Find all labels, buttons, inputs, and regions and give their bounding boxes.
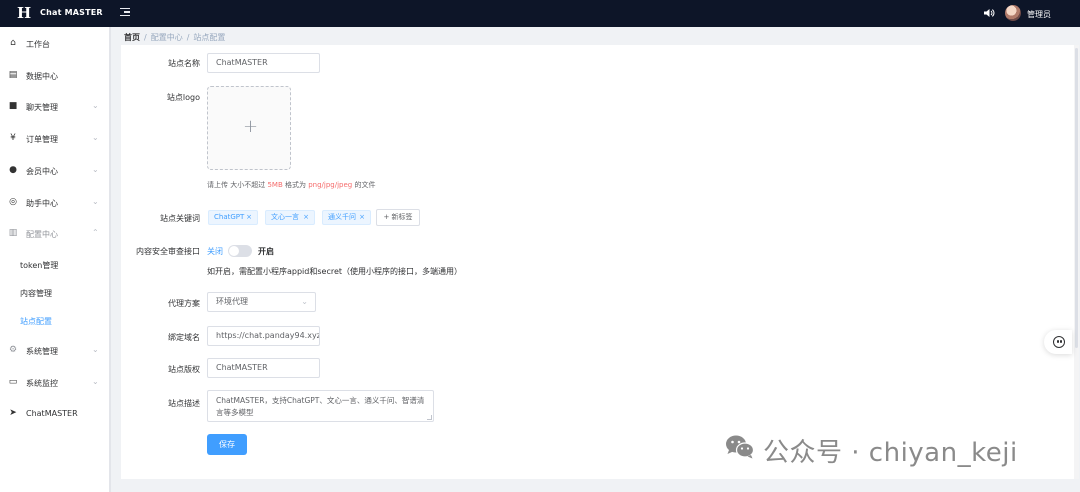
floating-assistant-button[interactable] <box>1044 330 1072 354</box>
copyright-label: 站点版权 <box>168 365 200 374</box>
sidebar-sub-site-config[interactable]: 站点配置 <box>20 316 52 327</box>
sidebar-item-data-center[interactable]: ▤ 数据中心 <box>0 66 109 86</box>
sidebar-item-label: 会员中心 <box>26 167 58 176</box>
sidebar-item-system[interactable]: ⚙ 系统管理 ⌄ <box>0 341 109 361</box>
switch-off-label: 关闭 <box>207 247 223 256</box>
robot-face-icon <box>1053 336 1065 348</box>
content-audit-label: 内容安全审查接口 <box>136 247 200 256</box>
sidebar-item-label: 聊天管理 <box>26 103 58 112</box>
keyword-tag: 通义千问 × <box>322 210 371 225</box>
content-audit-switch[interactable] <box>228 245 252 257</box>
sidebar-item-label: 工作台 <box>26 40 50 49</box>
chevron-down-icon: ⌄ <box>92 377 99 386</box>
data-icon: ▤ <box>8 70 18 80</box>
breadcrumb-home[interactable]: 首页 <box>124 33 140 42</box>
sidebar-sub-token[interactable]: token管理 <box>20 260 58 271</box>
switch-on-label: 开启 <box>258 247 274 256</box>
monitor-icon: ▭ <box>8 377 18 387</box>
yen-icon: ¥ <box>10 133 16 143</box>
save-button[interactable]: 保存 <box>207 434 247 455</box>
sidebar-item-members[interactable]: ● 会员中心 ⌄ <box>0 161 109 181</box>
chevron-down-icon: ⌄ <box>92 197 99 206</box>
wechat-icon <box>726 435 755 459</box>
proxy-select[interactable]: 环境代理 ⌄ <box>207 292 316 312</box>
user-name[interactable]: 管理员 <box>1027 9 1051 20</box>
copyright-input[interactable]: ChatMASTER <box>207 358 320 378</box>
domain-input[interactable]: https://chat.panday94.xyz <box>207 326 320 346</box>
breadcrumb-sep: / <box>144 33 147 42</box>
sidebar-item-label: 订单管理 <box>26 135 58 144</box>
chat-icon: ■ <box>8 101 18 111</box>
sidebar-item-label: 配置中心 <box>26 230 58 239</box>
close-icon[interactable]: × <box>303 211 309 224</box>
scrollbar-thumb[interactable] <box>1075 48 1078 348</box>
upload-tip: 请上传 大小不超过 5MB 格式为 png/jpg/jpeg 的文件 <box>207 181 376 189</box>
add-tag-button[interactable]: + 新标签 <box>376 209 420 226</box>
close-icon[interactable]: × <box>359 211 365 224</box>
sidebar-item-workbench[interactable]: ⌂ 工作台 <box>0 34 109 54</box>
chevron-down-icon: ⌄ <box>92 345 99 354</box>
volume-icon[interactable] <box>984 8 995 18</box>
sidebar-item-label: 助手中心 <box>26 199 58 208</box>
content-audit-note: 如开启，需配置小程序appid和secret（使用小程序的接口，多端通用） <box>207 267 463 276</box>
sidebar-item-label: ChatMASTER <box>26 409 78 418</box>
chevron-up-icon: ⌃ <box>92 228 99 237</box>
config-icon: ▥ <box>8 228 18 238</box>
chevron-down-icon: ⌄ <box>92 165 99 174</box>
description-textarea[interactable]: ChatMASTER，支持ChatGPT、文心一言、通义千问、智谱清言等多模型 <box>207 390 434 422</box>
sidebar-item-monitor[interactable]: ▭ 系统监控 ⌄ <box>0 373 109 393</box>
top-bar: H Chat MASTER 管理员 <box>0 0 1080 27</box>
breadcrumb-current: 站点配置 <box>193 33 226 42</box>
brand-name: Chat MASTER <box>40 8 103 17</box>
watermark-text: 公众号 · chiyan_keji <box>763 438 1018 468</box>
breadcrumb-sep: / <box>186 33 190 42</box>
logo: H <box>17 4 32 22</box>
send-icon: ➤ <box>9 408 17 418</box>
breadcrumb: 首页 / 配置中心 / 站点配置 <box>124 32 229 43</box>
dashboard-icon: ⌂ <box>10 38 16 48</box>
member-icon: ● <box>9 165 17 175</box>
sidebar-toggle-icon[interactable] <box>120 8 130 18</box>
sidebar-sub-content[interactable]: 内容管理 <box>20 288 52 299</box>
close-icon[interactable]: × <box>246 211 252 224</box>
sidebar-item-label: 系统管理 <box>26 347 58 356</box>
chevron-down-icon: ⌄ <box>301 297 308 306</box>
sidebar-item-label: 系统监控 <box>26 379 58 388</box>
sidebar-item-config[interactable]: ▥ 配置中心 ⌃ <box>0 224 109 244</box>
gear-icon: ⚙ <box>8 345 18 355</box>
site-logo-label: 站点logo <box>166 93 200 102</box>
site-name-label: 站点名称 <box>168 59 200 68</box>
domain-label: 绑定域名 <box>168 333 200 342</box>
resize-handle-icon[interactable] <box>427 415 432 420</box>
sidebar-item-orders[interactable]: ¥ 订单管理 ⌄ <box>0 129 109 149</box>
keyword-tag: 文心一言 × <box>265 210 315 225</box>
chevron-down-icon: ⌄ <box>92 133 99 142</box>
keyword-tag: ChatGPT × <box>208 210 258 225</box>
assistant-icon: ◎ <box>9 197 17 207</box>
keywords-label: 站点关键词 <box>160 214 200 223</box>
avatar[interactable] <box>1005 5 1021 21</box>
proxy-label: 代理方案 <box>168 299 200 308</box>
sidebar-item-assistant[interactable]: ◎ 助手中心 ⌄ <box>0 193 109 213</box>
site-name-input[interactable]: ChatMASTER <box>207 53 320 73</box>
plus-icon: + <box>243 116 259 137</box>
description-label: 站点描述 <box>168 399 200 408</box>
sidebar-item-label: 数据中心 <box>26 72 58 81</box>
breadcrumb-config[interactable]: 配置中心 <box>151 33 183 42</box>
logo-upload-box[interactable]: + <box>207 86 291 170</box>
